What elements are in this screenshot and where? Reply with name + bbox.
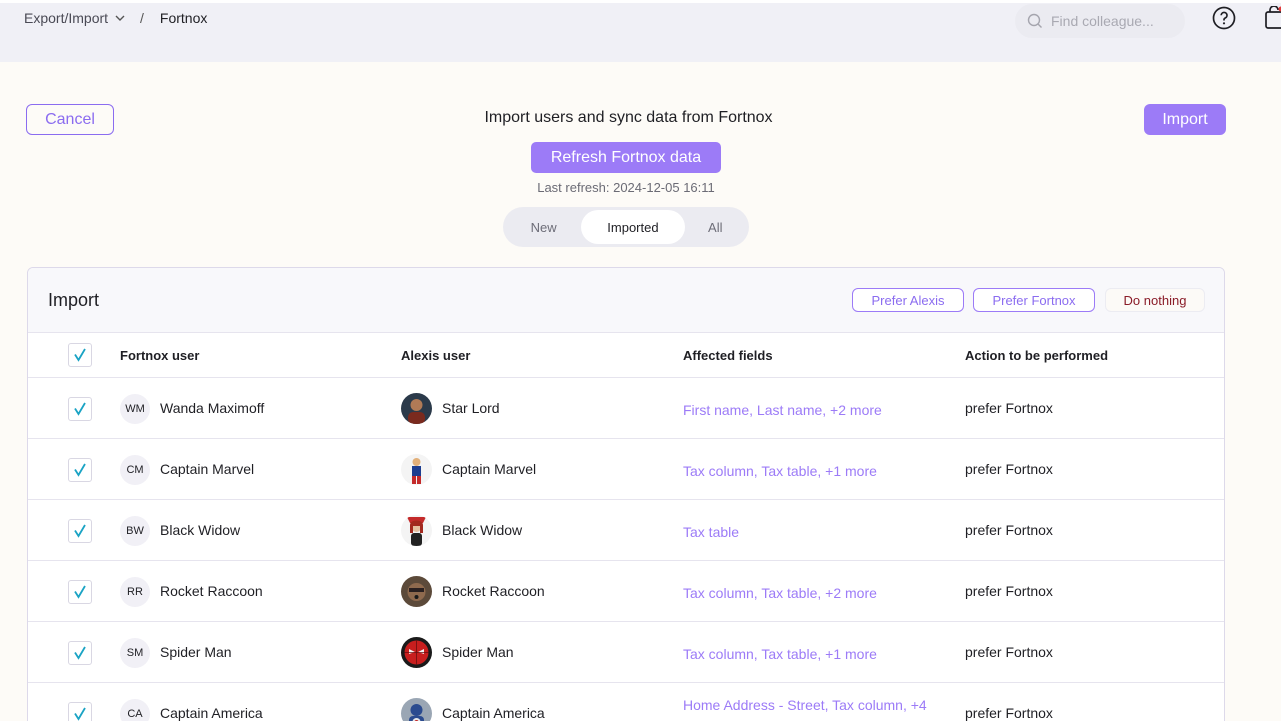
check-icon	[74, 402, 86, 416]
filter-tabs: New Imported All	[503, 207, 749, 247]
alexis-user-name: Captain Marvel	[442, 461, 537, 477]
refresh-button[interactable]: Refresh Fortnox data	[531, 142, 721, 173]
alexis-user-name: Spider Man	[442, 644, 514, 660]
initials-avatar: CM	[120, 455, 150, 485]
fortnox-user-name: Captain America	[160, 705, 263, 721]
search-icon	[1027, 13, 1042, 28]
table-row: SM Spider Man Spider Man Tax column, Tax…	[28, 622, 1224, 683]
fortnox-user-name: Spider Man	[160, 644, 232, 660]
import-panel: Import Prefer Alexis Prefer Fortnox Do n…	[27, 267, 1225, 721]
panel-title: Import	[48, 290, 100, 310]
avatar	[401, 393, 432, 424]
action-text: prefer Fortnox	[965, 461, 1053, 477]
last-refresh-text: Last refresh: 2024-12-05 16:11	[537, 180, 715, 195]
top-bar: Export/Import / Fortnox	[0, 0, 1281, 62]
tab-all[interactable]: All	[685, 210, 746, 244]
column-header-affected-fields: Affected fields	[683, 348, 773, 363]
bag-icon[interactable]	[1264, 6, 1281, 30]
breadcrumb-current: Fortnox	[159, 10, 208, 26]
row-checkbox[interactable]	[68, 702, 92, 721]
fortnox-user-name: Rocket Raccoon	[160, 583, 263, 599]
alexis-user-name: Black Widow	[442, 522, 523, 538]
initials-avatar: CA	[120, 699, 150, 721]
row-checkbox[interactable]	[68, 580, 92, 604]
row-checkbox[interactable]	[68, 397, 92, 421]
tab-imported[interactable]: Imported	[581, 210, 685, 244]
check-icon	[74, 463, 86, 477]
alexis-user-name: Captain America	[442, 705, 545, 721]
alexis-user-name: Rocket Raccoon	[442, 583, 545, 599]
import-button[interactable]: Import	[1144, 104, 1226, 135]
breadcrumb-parent-label: Export/Import	[24, 10, 109, 26]
check-icon	[74, 524, 86, 538]
chevron-down-icon	[115, 15, 125, 21]
affected-fields-link[interactable]: Tax column, Tax table, +1 more	[683, 644, 943, 664]
check-icon	[74, 646, 86, 660]
affected-fields-link[interactable]: First name, Last name, +2 more	[683, 400, 943, 420]
action-text: prefer Fortnox	[965, 522, 1053, 538]
affected-fields-link[interactable]: Tax column, Tax table, +1 more	[683, 461, 943, 481]
table-row: CA Captain America Captain America Home …	[28, 683, 1224, 721]
avatar	[401, 698, 432, 721]
check-icon	[74, 707, 86, 721]
affected-fields-link[interactable]: Tax table	[683, 522, 943, 542]
breadcrumb: Export/Import / Fortnox	[24, 10, 207, 26]
affected-fields-link[interactable]: Tax column, Tax table, +2 more	[683, 583, 943, 603]
affected-fields-link[interactable]: Home Address - Street, Tax column, +4 mo…	[683, 695, 943, 721]
fortnox-user-name: Black Widow	[160, 522, 241, 538]
check-icon	[74, 585, 86, 599]
table-header: Fortnox user Alexis user Affected fields…	[28, 333, 1224, 378]
tab-new[interactable]: New	[506, 210, 581, 244]
initials-avatar: SM	[120, 638, 150, 668]
initials-avatar: WM	[120, 394, 150, 424]
avatar	[401, 576, 432, 607]
do-nothing-button[interactable]: Do nothing	[1105, 288, 1205, 312]
page-title: Import users and sync data from Fortnox	[484, 109, 773, 126]
fortnox-user-name: Captain Marvel	[160, 461, 255, 477]
column-header-fortnox-user: Fortnox user	[120, 348, 200, 363]
help-icon[interactable]	[1212, 6, 1236, 30]
select-all-checkbox[interactable]	[68, 343, 92, 367]
breadcrumb-separator: /	[140, 10, 144, 26]
column-header-action: Action to be performed	[965, 348, 1109, 363]
search-box[interactable]	[1015, 4, 1185, 38]
avatar	[401, 637, 432, 668]
column-header-alexis-user: Alexis user	[401, 348, 471, 363]
table-row: RR Rocket Raccoon Rocket Raccoon Tax col…	[28, 561, 1224, 622]
table-row: CM Captain Marvel Captain Marvel Tax col…	[28, 439, 1224, 500]
alexis-user-name: Star Lord	[442, 400, 500, 416]
fortnox-user-name: Wanda Maximoff	[160, 400, 265, 416]
action-text: prefer Fortnox	[965, 705, 1053, 721]
search-input[interactable]	[1051, 13, 1171, 29]
panel-header: Import Prefer Alexis Prefer Fortnox Do n…	[28, 268, 1224, 333]
check-icon	[74, 348, 86, 362]
row-checkbox[interactable]	[68, 641, 92, 665]
action-text: prefer Fortnox	[965, 583, 1053, 599]
avatar	[401, 454, 432, 485]
table-row: WM Wanda Maximoff Star Lord First name, …	[28, 378, 1224, 439]
row-checkbox[interactable]	[68, 519, 92, 543]
action-text: prefer Fortnox	[965, 400, 1053, 416]
initials-avatar: BW	[120, 516, 150, 546]
initials-avatar: RR	[120, 577, 150, 607]
prefer-fortnox-button[interactable]: Prefer Fortnox	[973, 288, 1095, 312]
breadcrumb-parent[interactable]: Export/Import	[24, 10, 126, 26]
action-text: prefer Fortnox	[965, 644, 1053, 660]
avatar	[401, 515, 432, 546]
row-checkbox[interactable]	[68, 458, 92, 482]
prefer-alexis-button[interactable]: Prefer Alexis	[852, 288, 964, 312]
top-edge	[0, 0, 1281, 3]
table-row: BW Black Widow Black Widow Tax table pre…	[28, 500, 1224, 561]
